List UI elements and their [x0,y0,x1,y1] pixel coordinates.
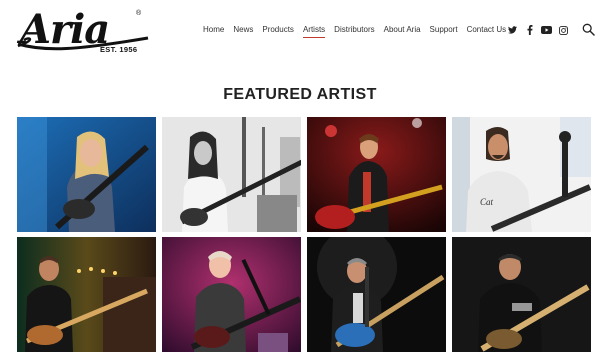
svg-text:Cat: Cat [480,197,494,207]
nav-distributors[interactable]: Distributors [334,25,374,38]
artist-photo [17,117,156,232]
search-icon[interactable] [582,23,595,36]
aria-logo[interactable]: Aria ® EST. 1956 [16,6,152,56]
nav-contact-us[interactable]: Contact Us [467,25,507,38]
nav-home[interactable]: Home [203,25,224,38]
artist-photo [162,237,301,352]
nav-artists[interactable]: Artists [302,25,326,38]
youtube-icon[interactable] [538,24,555,36]
artist-tile[interactable] [452,237,591,352]
social-links [504,24,572,36]
artist-grid: Cat [17,117,591,352]
logo-established: EST. 1956 [100,45,138,54]
main-nav: Home News Products Artists Distributors … [203,25,515,38]
nav-support[interactable]: Support [430,25,458,38]
featured-artist-heading: FEATURED ARTIST [223,86,377,103]
nav-news[interactable]: News [233,25,253,38]
artist-photo [307,117,446,232]
twitter-icon[interactable] [504,24,521,36]
artist-photo: Cat [452,117,591,232]
site-header: Aria ® EST. 1956 Home News Products Arti… [0,0,600,62]
artist-tile[interactable] [17,117,156,232]
artist-tile[interactable] [307,237,446,352]
artist-tile[interactable]: Cat [452,117,591,232]
facebook-icon[interactable] [521,24,538,36]
registered-mark: ® [136,10,142,17]
artist-tile[interactable] [162,237,301,352]
artist-photo [452,237,591,352]
artist-photo [17,237,156,352]
nav-products[interactable]: Products [262,25,294,38]
artist-tile[interactable] [17,237,156,352]
artist-photo [162,117,301,232]
artist-tile[interactable] [307,117,446,232]
nav-about-aria[interactable]: About Aria [384,25,421,38]
instagram-icon[interactable] [555,24,572,36]
artist-photo [307,237,446,352]
artist-tile[interactable] [162,117,301,232]
